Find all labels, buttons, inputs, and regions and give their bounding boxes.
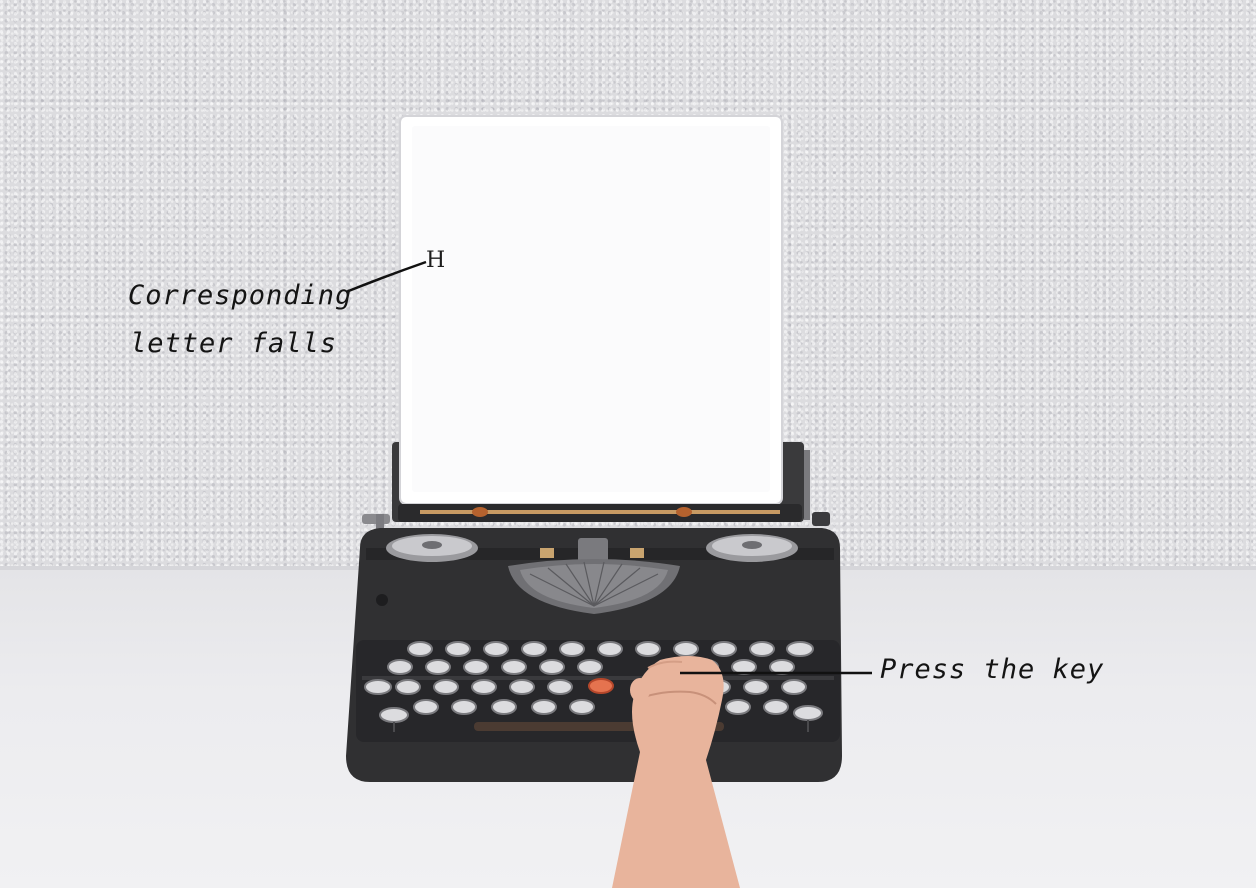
typewriter-illustration	[345, 115, 872, 888]
pressed-key	[588, 678, 614, 694]
annotation-press-key: Press the key	[880, 654, 1105, 685]
annotation-letter-falls-line1: Corresponding	[128, 280, 353, 311]
typewriter-scene: H Corresponding letter falls Press the k…	[0, 0, 1256, 888]
body-screw	[376, 594, 388, 606]
carriage-lever-right	[804, 450, 810, 520]
annotation-letter-falls-line2: letter falls	[130, 328, 338, 359]
type-guide	[578, 538, 608, 562]
typed-letter: H	[426, 248, 446, 273]
